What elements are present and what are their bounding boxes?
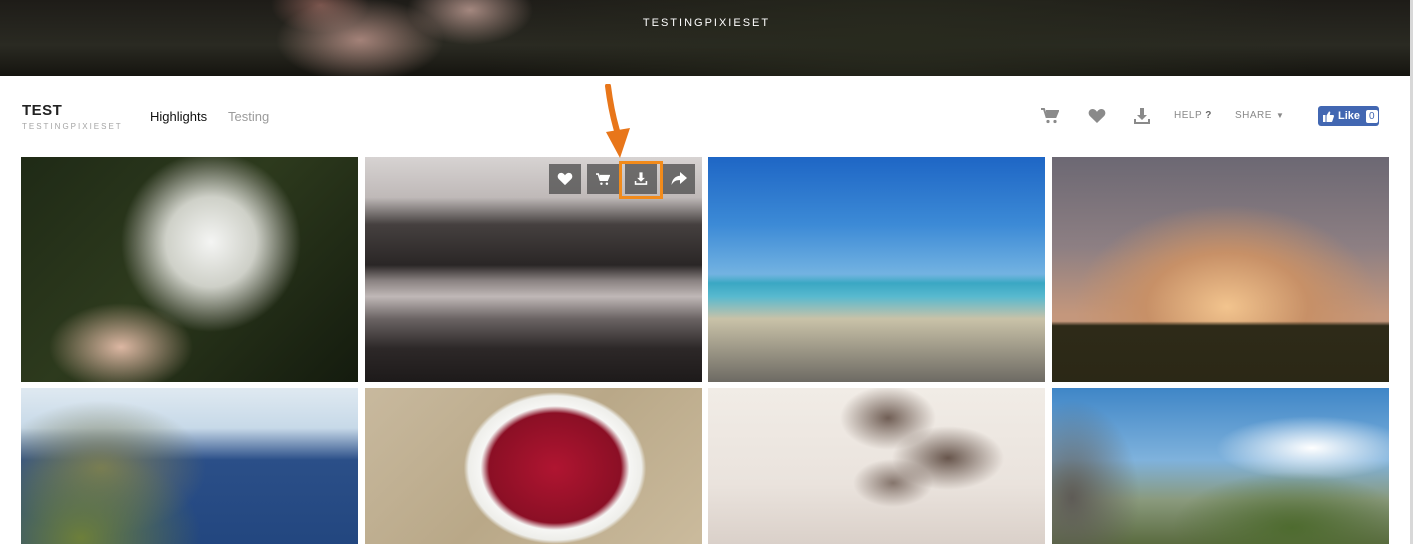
share-label: SHARE xyxy=(1235,110,1272,121)
gallery-subtitle: TESTINGPIXIESET xyxy=(22,122,123,131)
nav-highlights[interactable]: Highlights xyxy=(150,109,207,124)
download-icon[interactable] xyxy=(1132,107,1152,125)
photo-favorite-button[interactable] xyxy=(549,164,581,194)
cover-title: TESTINGPIXIESET xyxy=(642,17,771,29)
cover-banner xyxy=(0,0,1413,76)
share-icon xyxy=(671,172,687,185)
photo-cart-button[interactable] xyxy=(587,164,619,194)
photo-raspberries-cup[interactable] xyxy=(365,388,702,544)
photo-coastal-cliffs[interactable] xyxy=(21,388,358,544)
annotation-arrow-icon xyxy=(605,84,630,158)
facebook-like-button[interactable]: Like 0 xyxy=(1318,106,1379,126)
cart-icon[interactable] xyxy=(1040,107,1060,125)
thumbs-up-icon xyxy=(1323,110,1334,122)
facebook-like-label: Like xyxy=(1338,110,1361,122)
cart-icon xyxy=(596,172,610,185)
facebook-like-count: 0 xyxy=(1366,109,1378,123)
caret-down-icon: ▼ xyxy=(1275,111,1285,120)
photo-vw-van-beach[interactable] xyxy=(708,157,1045,382)
help-question-mark: ? xyxy=(1205,110,1212,121)
heart-icon[interactable] xyxy=(1087,107,1107,125)
help-label: HELP xyxy=(1174,110,1202,121)
photo-palm-trees[interactable] xyxy=(708,388,1045,544)
photo-sunset-palms[interactable] xyxy=(1052,157,1389,382)
share-dropdown[interactable]: SHARE ▼ xyxy=(1235,110,1284,121)
nav-testing[interactable]: Testing xyxy=(228,109,269,124)
download-highlight-box xyxy=(619,161,663,199)
photo-mountain-road[interactable] xyxy=(1052,388,1389,544)
gallery-title: TEST xyxy=(22,102,63,119)
help-link[interactable]: HELP ? xyxy=(1174,110,1212,121)
photo-share-button[interactable] xyxy=(663,164,695,194)
heart-icon xyxy=(557,172,573,186)
photo-dandelion[interactable] xyxy=(21,157,358,382)
